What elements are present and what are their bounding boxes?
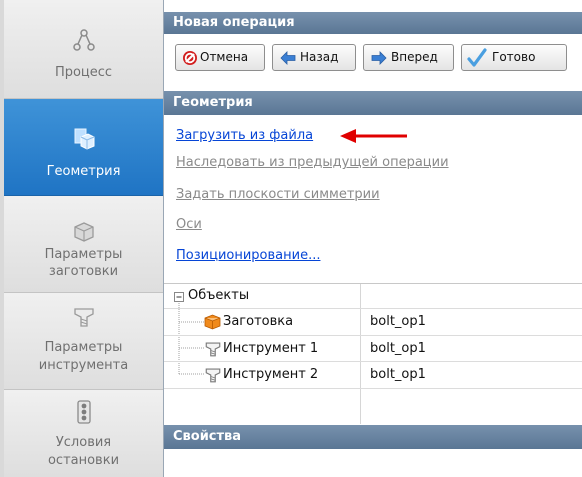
operation-panel: Новая операция Отмена Назад Вперед Готов… [163,0,582,477]
arrow-left-icon [280,51,296,65]
properties-area [164,449,582,477]
geometry-cube-icon [74,128,95,150]
load-from-file-link[interactable]: Загрузить из файла [176,128,313,143]
nav-item-process[interactable]: Процесс [4,0,163,99]
nav-item-workpiece-params[interactable]: Параметры заготовки [4,196,163,293]
cancel-button[interactable]: Отмена [175,44,265,71]
tool-icon [205,342,221,357]
nav-label-tool-params: Параметры инструмента [38,340,129,373]
annotation-arrow [340,129,407,143]
properties-section-header: Свойства [164,425,582,449]
workpiece-icon [204,314,221,330]
tree-item-label: Заготовка [223,314,294,329]
toolbar: Отмена Назад Вперед Готово [164,35,582,83]
geometry-actions: Загрузить из файла Наследовать из предыд… [164,115,582,282]
inherit-from-previous-link[interactable]: Наследовать из предыдущей операции [176,155,449,170]
objects-tree: Объекты Заготовка bolt_op1 Инструмент 1 … [164,283,582,424]
tree-item-value: bolt_op1 [370,367,426,382]
nav-label-process: Процесс [54,65,113,80]
back-button[interactable]: Назад [272,44,356,71]
tool-icon [74,308,94,327]
row-divider [164,388,582,389]
tree-item-value: bolt_op1 [370,341,426,356]
page-title: Новая операция [173,15,295,30]
nav-item-geometry[interactable]: Геометрия [4,99,163,196]
header-bar: Новая операция [164,12,582,34]
nav-label-workpiece-params: Параметры заготовки [44,247,123,279]
set-symmetry-planes-link[interactable]: Задать плоскости симметрии [176,187,380,202]
tree-row-workpiece[interactable]: Заготовка bolt_op1 [164,309,582,335]
tree-item-label: Инструмент 1 [223,341,319,356]
tree-row-tool-2[interactable]: Инструмент 2 bolt_op1 [164,362,582,388]
properties-section-title: Свойства [173,429,242,444]
nav-item-stop-conditions[interactable]: Условия остановки [4,390,163,477]
nav-label-geometry: Геометрия [46,164,121,179]
cancel-icon [183,51,197,65]
process-flow-icon [73,29,95,51]
nav-item-tool-params[interactable]: Параметры инструмента [4,293,163,390]
nav-label-stop-conditions: Условия остановки [47,435,120,468]
axes-link[interactable]: Оси [176,217,202,232]
tree-root-row[interactable]: Объекты [164,284,582,310]
workpiece-icon [74,222,94,242]
geometry-section-header: Геометрия [164,91,582,115]
geometry-section-title: Геометрия [173,95,253,110]
tree-row-tool-1[interactable]: Инструмент 1 bolt_op1 [164,336,582,362]
traffic-light-icon [77,400,91,424]
forward-button[interactable]: Вперед [363,44,454,71]
arrow-right-icon [371,51,387,65]
positioning-link[interactable]: Позиционирование... [176,248,320,263]
tree-item-value: bolt_op1 [370,314,426,329]
left-navigation: Процесс Геометрия Параметры заготовки Па… [0,0,163,477]
checkmark-icon [467,48,487,67]
tool-icon [205,368,221,383]
done-button[interactable]: Готово [461,44,567,71]
tree-item-label: Инструмент 2 [223,367,319,382]
